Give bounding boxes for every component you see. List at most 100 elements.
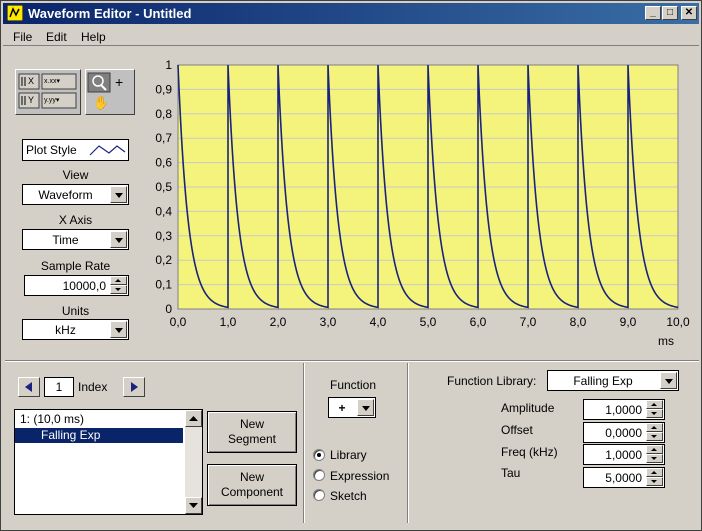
radio-expression-label: Expression	[330, 469, 390, 483]
index-label: Index	[78, 380, 108, 394]
units-value: kHz	[55, 323, 76, 337]
x-axis-value: Time	[52, 233, 79, 247]
plot-style-label: Plot Style	[26, 143, 77, 157]
scale-format-box: X x.xx▾ Y y.yy▾	[15, 69, 81, 115]
units-dropdown[interactable]: kHz	[22, 319, 129, 340]
y-tick-label: 0	[165, 302, 172, 316]
y-tick-label: 0,3	[155, 229, 172, 243]
svg-text:Y: Y	[28, 95, 34, 105]
waveform-graph[interactable]: 00,10,20,30,40,50,60,70,80,910,0 1,0 2,0 3,…	[141, 53, 699, 351]
y-tick-label: 0,5	[155, 180, 172, 194]
svg-text:X: X	[28, 76, 34, 86]
list-item[interactable]: Falling Exp	[15, 428, 183, 443]
function-library-value: Falling Exp	[573, 374, 633, 388]
view-dropdown[interactable]: Waveform	[22, 184, 129, 205]
new-component-button[interactable]: New Component	[207, 464, 297, 506]
offset-input[interactable]: 0,0000	[583, 422, 665, 443]
radio-sketch-label: Sketch	[330, 489, 367, 503]
new-segment-line2: Segment	[227, 432, 277, 446]
waveform-editor-window: Waveform Editor - Untitled _ □ ✕ File Ed…	[0, 0, 702, 531]
index-input[interactable]: 1	[44, 377, 74, 397]
scroll-down-button[interactable]	[185, 497, 202, 514]
radio-library[interactable]	[313, 449, 325, 461]
close-icon: ✕	[684, 7, 694, 18]
menu-file[interactable]: File	[13, 30, 32, 44]
plot-style-control[interactable]: Plot Style	[22, 139, 129, 161]
x-tick-label: 1,0	[220, 315, 237, 329]
increment-icon[interactable]	[646, 468, 663, 477]
y-tick-label: 1	[165, 58, 172, 72]
view-label: View	[62, 168, 89, 182]
amplitude-input[interactable]: 1,0000	[583, 399, 665, 420]
function-library-dropdown[interactable]: Falling Exp	[547, 370, 679, 391]
svg-text:+: +	[115, 74, 123, 90]
new-segment-button[interactable]: New Segment	[207, 411, 297, 453]
x-tick-label: 9,0	[620, 315, 637, 329]
maximize-button[interactable]: □	[662, 6, 678, 20]
x-tick-label: 7,0	[520, 315, 537, 329]
radio-sketch[interactable]	[313, 489, 325, 501]
increment-icon[interactable]	[110, 276, 127, 285]
radio-expression[interactable]	[313, 469, 325, 481]
svg-text:y.yy▾: y.yy▾	[44, 97, 60, 104]
scrollbar[interactable]	[185, 410, 202, 514]
y-tick-label: 0,8	[155, 107, 172, 121]
freq-value: 1,0000	[605, 448, 642, 462]
radio-library-label: Library	[330, 448, 367, 462]
tau-label: Tau	[501, 466, 521, 480]
decrement-icon[interactable]	[646, 432, 663, 441]
chevron-down-icon[interactable]	[357, 399, 374, 416]
x-tick-label: 6,0	[470, 315, 487, 329]
segment-list[interactable]: 1: (10,0 ms) Falling Exp	[14, 409, 203, 515]
minimize-icon: _	[650, 7, 656, 18]
arrow-up-icon	[189, 416, 198, 421]
new-component-line2: Component	[220, 485, 284, 499]
chevron-down-icon[interactable]	[110, 186, 127, 203]
increment-icon[interactable]	[646, 423, 663, 432]
close-button[interactable]: ✕	[681, 6, 697, 20]
axis-scale-icons[interactable]: X x.xx▾ Y y.yy▾	[16, 70, 80, 114]
chevron-down-icon[interactable]	[660, 372, 677, 389]
scroll-up-button[interactable]	[185, 410, 202, 427]
x-tick-label: 4,0	[370, 315, 387, 329]
menu-help[interactable]: Help	[81, 30, 106, 44]
chevron-down-icon[interactable]	[110, 231, 127, 248]
increment-icon[interactable]	[646, 445, 663, 454]
offset-label: Offset	[501, 423, 533, 437]
amplitude-label: Amplitude	[501, 401, 555, 415]
x-tick-label: 5,0	[420, 315, 437, 329]
graph-tool-palette: X x.xx▾ Y y.yy▾ + ✋	[15, 69, 135, 115]
y-tick-label: 0,4	[155, 204, 172, 218]
x-tick-label: 0,0	[170, 315, 187, 329]
sample-rate-input[interactable]: 10000,0	[24, 275, 129, 296]
decrement-icon[interactable]	[646, 409, 663, 418]
chevron-down-icon[interactable]	[110, 321, 127, 338]
increment-icon[interactable]	[646, 400, 663, 409]
view-value: Waveform	[38, 188, 93, 202]
x-axis-dropdown[interactable]: Time	[22, 229, 129, 250]
x-tick-label: 8,0	[570, 315, 587, 329]
title-bar[interactable]: Waveform Editor - Untitled _ □ ✕	[3, 3, 699, 24]
sample-rate-value: 10000,0	[62, 279, 106, 293]
minimize-button[interactable]: _	[645, 6, 661, 20]
previous-segment-button[interactable]	[18, 377, 40, 397]
list-item[interactable]: 1: (10,0 ms)	[15, 412, 183, 427]
freq-label: Freq (kHz)	[501, 445, 558, 459]
zoom-pan-icons[interactable]: + ✋	[86, 70, 134, 114]
tau-input[interactable]: 5,0000	[583, 467, 665, 488]
new-component-line1: New	[239, 470, 264, 484]
y-tick-label: 0,1	[155, 278, 172, 292]
zoom-pan-box: + ✋	[85, 69, 135, 115]
function-operator-dropdown[interactable]: +	[328, 397, 376, 418]
decrement-icon[interactable]	[646, 454, 663, 463]
next-segment-button[interactable]	[123, 377, 145, 397]
menu-bar: File Edit Help	[3, 26, 699, 46]
decrement-icon[interactable]	[646, 477, 663, 486]
decrement-icon[interactable]	[110, 285, 127, 294]
labview-app-icon	[7, 5, 23, 21]
freq-input[interactable]: 1,0000	[583, 444, 665, 465]
panel-divider	[407, 363, 409, 523]
function-operator-value: +	[338, 401, 346, 415]
menu-edit[interactable]: Edit	[46, 30, 67, 44]
panel-divider	[5, 360, 699, 362]
